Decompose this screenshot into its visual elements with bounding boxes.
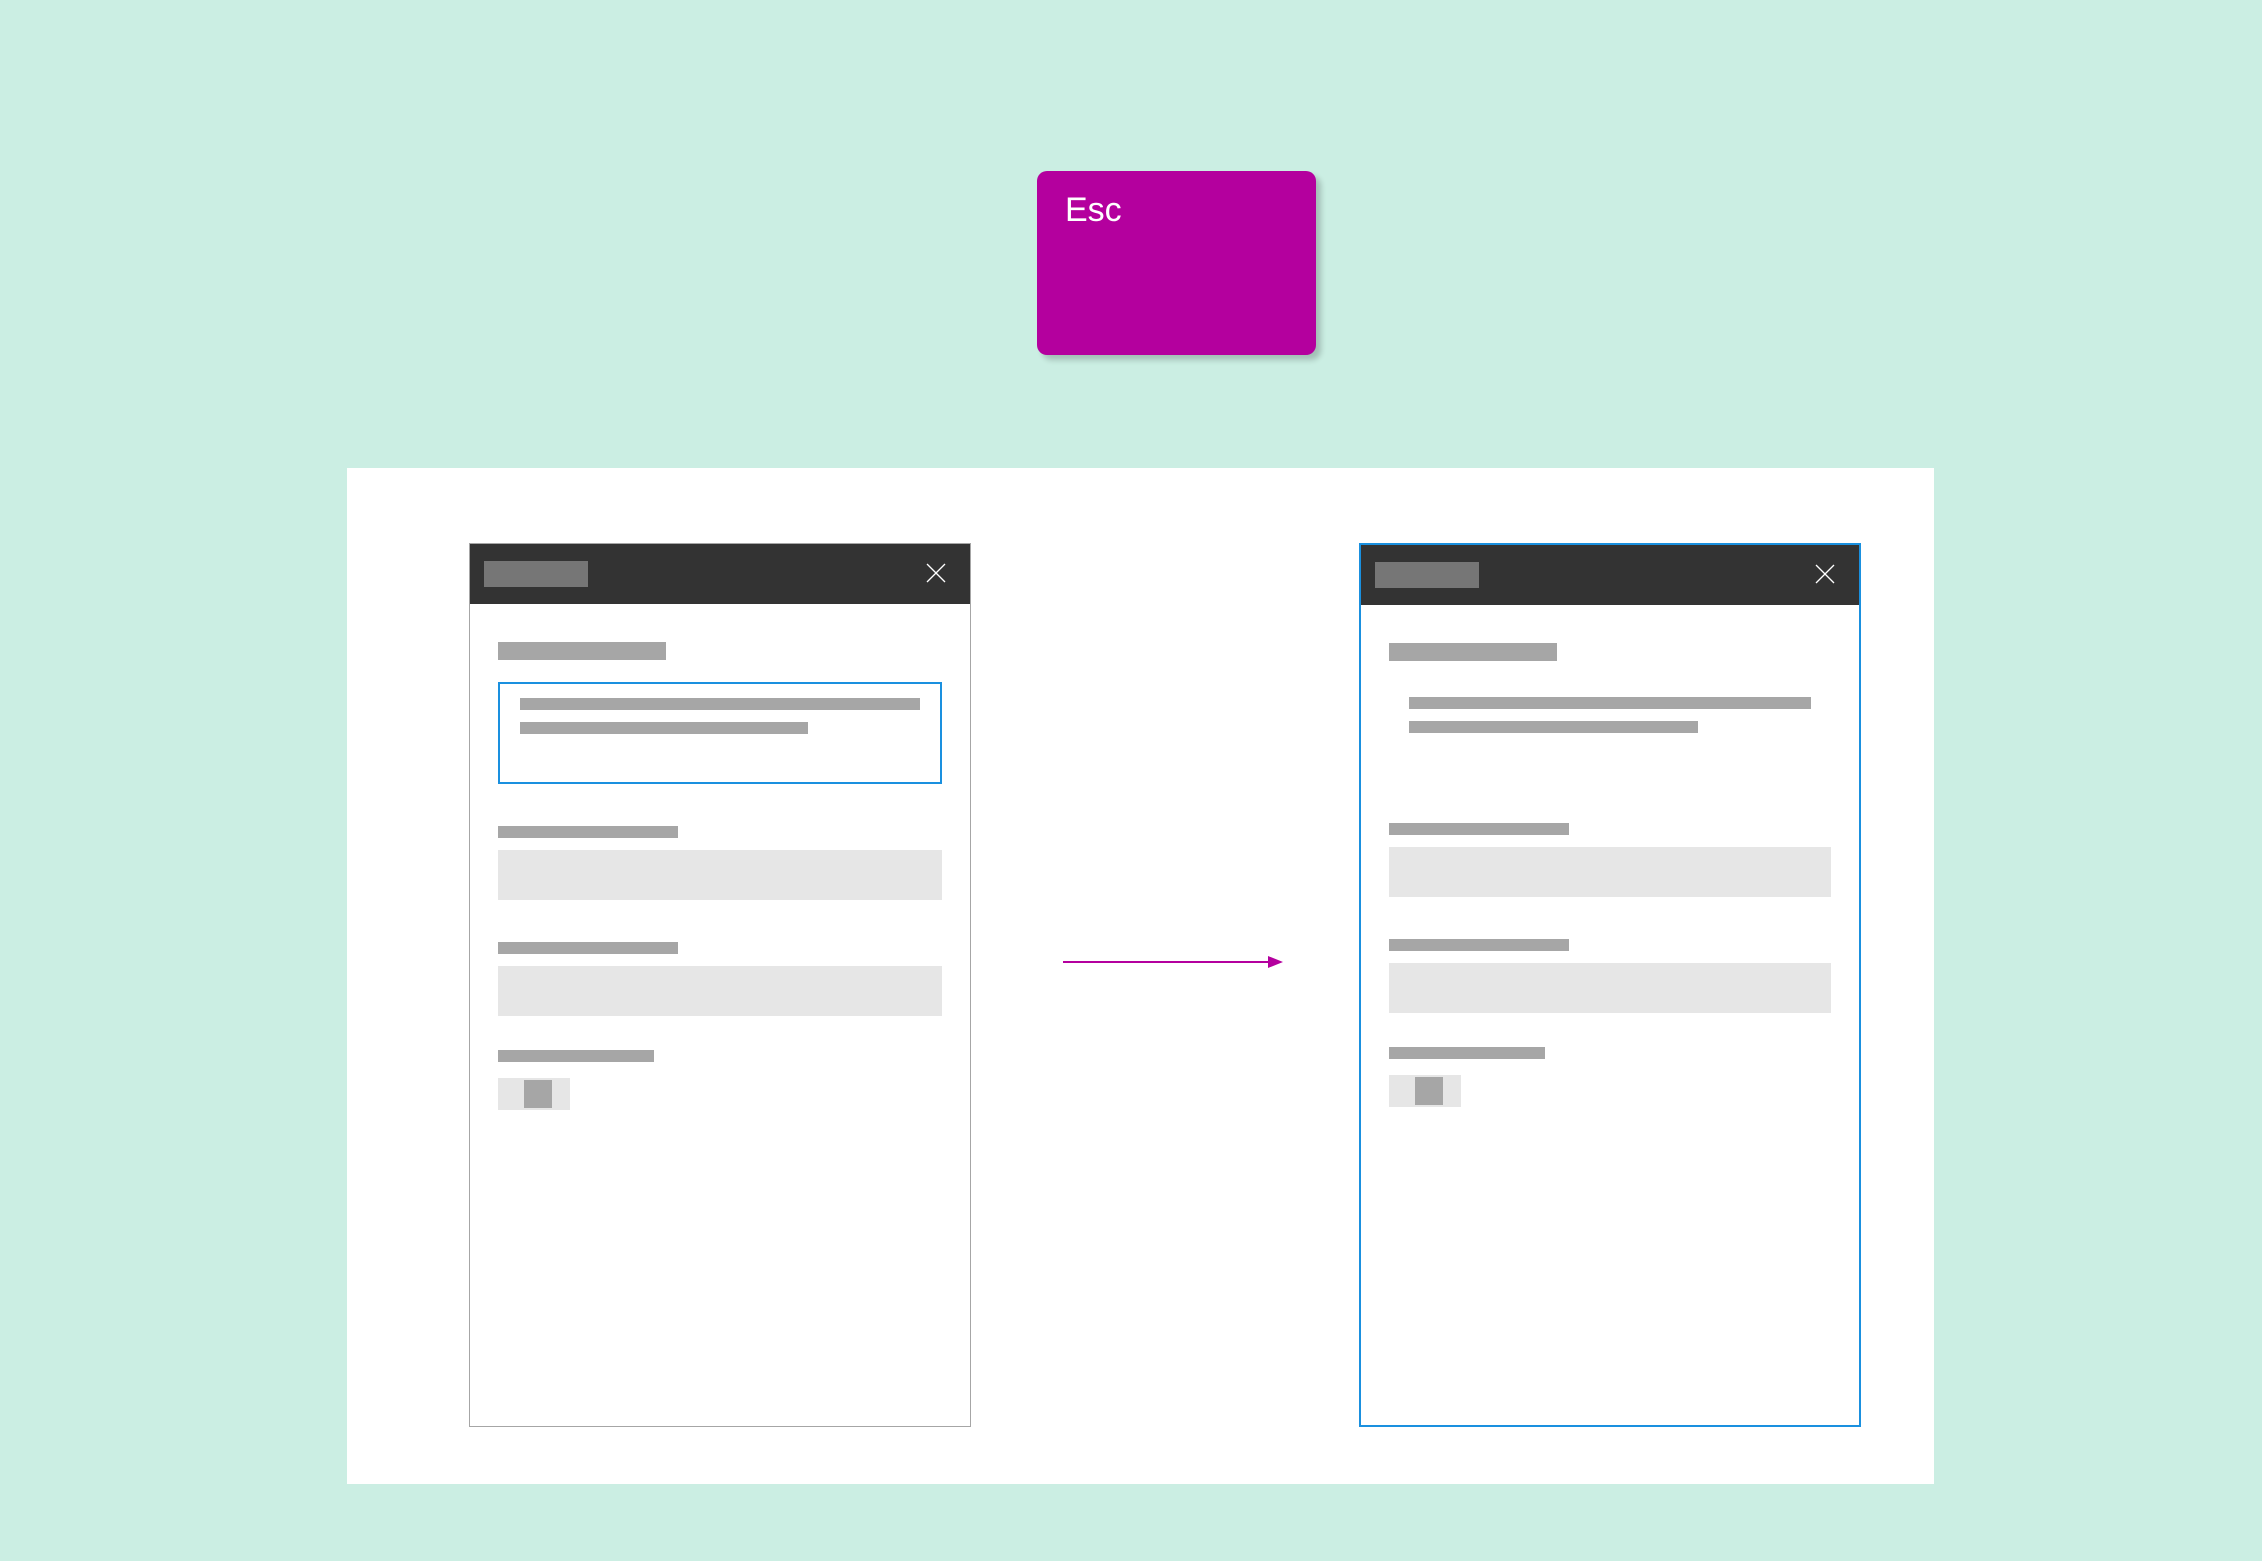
title-placeholder [484, 561, 588, 587]
titlebar [470, 544, 970, 604]
input-field-2[interactable] [498, 966, 942, 1016]
input-field-2[interactable] [1389, 963, 1831, 1013]
toggle-knob [1415, 1077, 1443, 1105]
section-label-1 [498, 642, 666, 660]
text-line-1 [520, 698, 920, 710]
transition-arrow [1063, 952, 1283, 972]
section-label-2 [1389, 823, 1569, 835]
diagram-canvas [347, 468, 1934, 1484]
esc-key[interactable]: Esc [1037, 171, 1316, 355]
panel-body [1361, 605, 1859, 1107]
toggle-knob [524, 1080, 552, 1108]
close-icon[interactable] [1805, 554, 1845, 596]
panel-body [470, 604, 970, 1110]
close-icon[interactable] [916, 553, 956, 595]
panel-after [1359, 543, 1861, 1427]
title-placeholder [1375, 562, 1479, 588]
text-line-2 [520, 722, 808, 734]
panel-before [469, 543, 971, 1427]
toggle-switch[interactable] [1389, 1075, 1461, 1107]
section-label-3 [498, 942, 678, 954]
input-field-1[interactable] [498, 850, 942, 900]
section-label-4 [1389, 1047, 1545, 1059]
section-label-3 [1389, 939, 1569, 951]
toggle-switch[interactable] [498, 1078, 570, 1110]
titlebar [1361, 545, 1859, 605]
text-line-1 [1409, 697, 1811, 709]
input-field-1[interactable] [1389, 847, 1831, 897]
description-box-focused[interactable] [498, 682, 942, 784]
section-label-4 [498, 1050, 654, 1062]
esc-key-label: Esc [1065, 191, 1122, 229]
section-label-1 [1389, 643, 1557, 661]
text-line-2 [1409, 721, 1698, 733]
description-box[interactable] [1389, 683, 1831, 781]
section-label-2 [498, 826, 678, 838]
